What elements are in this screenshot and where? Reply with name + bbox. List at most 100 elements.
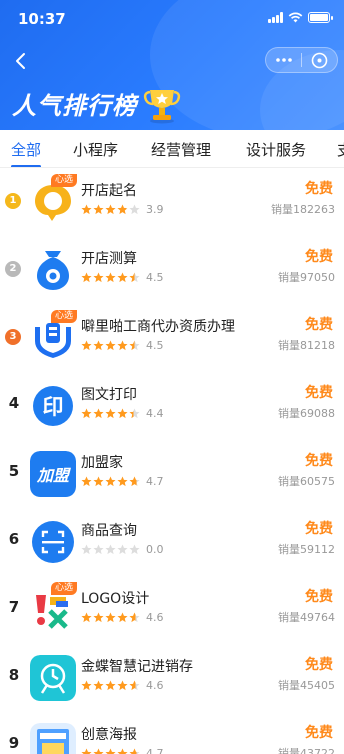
status-time: 10:37 (18, 10, 66, 28)
rating-stars: 4.5 (81, 271, 164, 284)
star-icon (81, 204, 92, 215)
star-icon (129, 612, 140, 623)
header: 10:37 人气排行榜 (0, 0, 344, 130)
star-icon (117, 748, 128, 754)
star-icon (129, 748, 140, 754)
rating-score: 4.5 (146, 271, 164, 284)
star-icon (129, 544, 140, 555)
sales-count: 销量59112 (278, 543, 335, 556)
price-label: 免费 (305, 657, 333, 673)
rating-stars: 3.9 (81, 203, 164, 216)
star-icon (117, 612, 128, 623)
list-item[interactable]: 6 商品查询 0.0 免费 销量59112 (0, 508, 344, 576)
jiamengjia-icon: 加盟 (30, 451, 76, 497)
app-name: 商品查询 (81, 523, 137, 539)
list-item[interactable]: 7 心选 LOGO设计 4.6 免费 销量49764 (0, 576, 344, 644)
star-icon (93, 748, 104, 754)
featured-badge: 心选 (51, 174, 77, 187)
price-label: 免费 (305, 589, 333, 605)
rating-score: 4.5 (146, 339, 164, 352)
star-icon (81, 408, 92, 419)
star-icon (117, 204, 128, 215)
sales-count: 销量81218 (278, 339, 335, 352)
star-icon (81, 476, 92, 487)
rank-medal-icon: 3 (5, 329, 21, 345)
more-button[interactable] (266, 48, 301, 72)
sales-count: 销量45405 (278, 679, 335, 692)
app-name: 图文打印 (81, 387, 137, 403)
rank-number: 7 (8, 598, 20, 616)
star-icon (105, 748, 116, 754)
list-item[interactable]: 4 印 图文打印 4.4 免费 销量69088 (0, 372, 344, 440)
rating-stars: 4.7 (81, 747, 164, 754)
star-icon (117, 680, 128, 691)
rating-stars: 4.7 (81, 475, 164, 488)
app-name: LOGO设计 (81, 591, 150, 607)
trophy-icon (143, 90, 181, 124)
price-label: 免费 (305, 317, 333, 333)
price-label: 免费 (305, 385, 333, 401)
list-item[interactable]: 3 心选 噼里啪工商代办资质办理 4.5 免费 销量81218 (0, 304, 344, 372)
price-label: 免费 (305, 725, 333, 741)
kingdee-icon (30, 655, 76, 701)
status-icons (268, 12, 333, 23)
star-icon (105, 408, 116, 419)
list-item[interactable]: 8 金蝶智慧记进销存 4.6 免费 销量45405 (0, 644, 344, 712)
rating-stars: 4.6 (81, 679, 164, 692)
star-icon (81, 340, 92, 351)
price-label: 免费 (305, 181, 333, 197)
rating-score: 4.4 (146, 407, 164, 420)
star-icon (105, 476, 116, 487)
star-icon (81, 748, 92, 754)
star-icon (129, 476, 140, 487)
tab-business-management[interactable]: 经营管理 (151, 139, 211, 160)
price-label: 免费 (305, 249, 333, 265)
tab-pay[interactable]: 支 (337, 139, 344, 160)
tab-mini-program[interactable]: 小程序 (73, 139, 118, 160)
status-bar: 10:37 (0, 0, 344, 38)
star-icon (81, 680, 92, 691)
star-icon (129, 680, 140, 691)
rank-number: 8 (8, 666, 20, 684)
print-icon: 印 (30, 383, 76, 429)
star-icon (117, 476, 128, 487)
star-icon (129, 204, 140, 215)
list-item[interactable]: 5 加盟 加盟家 4.7 免费 销量60575 (0, 440, 344, 508)
rank-medal-icon: 2 (5, 261, 21, 277)
star-icon (81, 544, 92, 555)
list-item[interactable]: 9 创意海报 4.7 免费 销量43722 (0, 712, 344, 754)
star-icon (105, 204, 116, 215)
star-icon (117, 340, 128, 351)
tab-all[interactable]: 全部 (11, 139, 41, 160)
app-name: 创意海报 (81, 727, 137, 743)
star-icon (93, 476, 104, 487)
cesuan-icon (30, 247, 76, 293)
page-title: 人气排行榜 (12, 92, 137, 120)
more-icon (275, 58, 292, 62)
poster-icon (30, 723, 76, 754)
rating-stars: 4.5 (81, 339, 164, 352)
mini-program-capsule (265, 47, 338, 73)
rank-number: 5 (8, 462, 20, 480)
star-icon (93, 408, 104, 419)
star-icon (117, 408, 128, 419)
rank-medal-icon: 1 (5, 193, 21, 209)
rating-score: 4.7 (146, 475, 164, 488)
tab-design-service[interactable]: 设计服务 (246, 139, 306, 160)
list-item[interactable]: 1 心选 开店起名 3.9 免费 销量182263 (0, 168, 344, 236)
list-item[interactable]: 2 开店测算 4.5 免费 销量97050 (0, 236, 344, 304)
rating-score: 3.9 (146, 203, 164, 216)
price-label: 免费 (305, 453, 333, 469)
star-icon (93, 680, 104, 691)
star-icon (81, 272, 92, 283)
sales-count: 销量182263 (271, 203, 335, 216)
back-button[interactable] (10, 50, 32, 72)
rating-score: 0.0 (146, 543, 164, 556)
star-icon (81, 612, 92, 623)
close-button[interactable] (302, 48, 337, 72)
star-icon (93, 612, 104, 623)
battery-icon (308, 12, 333, 23)
close-icon (311, 52, 328, 68)
star-icon (93, 272, 104, 283)
rating-stars: 0.0 (81, 543, 164, 556)
